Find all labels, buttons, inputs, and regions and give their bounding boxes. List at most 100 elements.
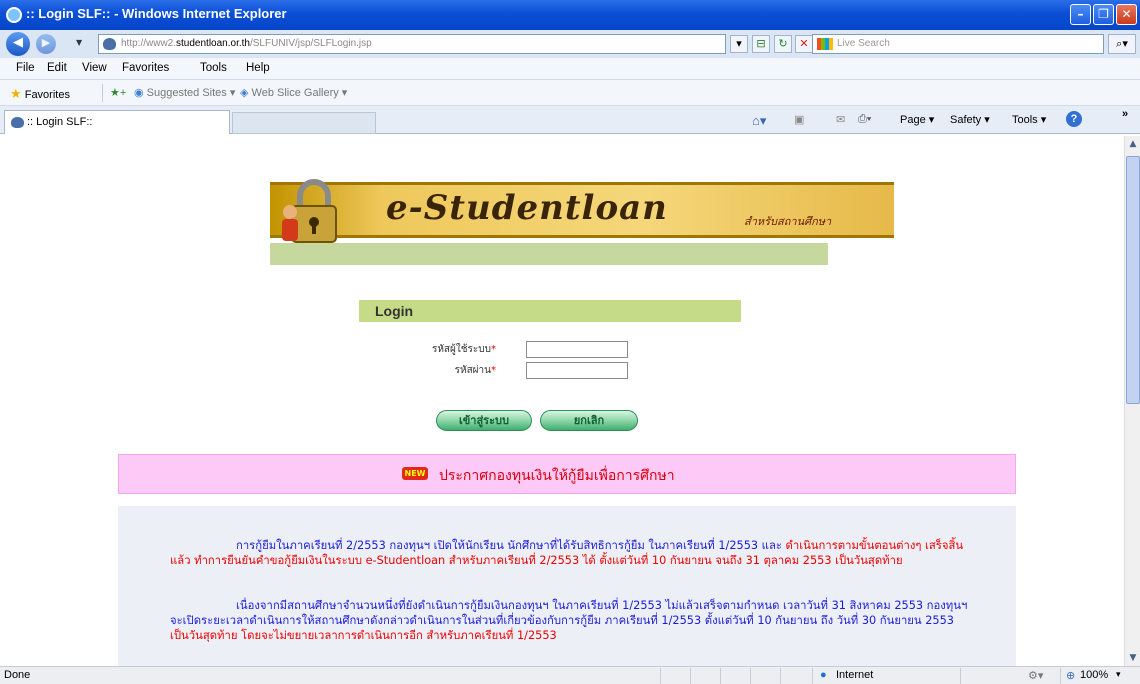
history-dropdown-icon[interactable]: ▼ [76,38,82,47]
stop-icon[interactable]: ✕ [795,35,813,53]
scrollbar-thumb[interactable] [1126,156,1140,404]
favorites-label: Favorites [24,89,70,101]
print-icon[interactable]: ⎙▾ [858,113,871,126]
ie-page-icon: ◉ [134,87,144,99]
tab-login-slf[interactable]: :: Login SLF:: [4,110,230,134]
live-search-icon [817,38,833,50]
announcement-banner: NEW ประกาศกองทุนเงินให้กู้ยืมเพื่อการศึก… [118,454,1016,494]
status-divider [690,668,691,684]
tab-favicon-icon [11,117,24,128]
forward-button[interactable]: ▶ [36,34,56,54]
password-label-text: รหัสผ่าน [454,365,491,376]
window-title: :: Login SLF:: - Windows Internet Explor… [26,6,287,21]
menu-bar: File Edit View Favorites Tools Help [0,58,1140,80]
window-title-bar: :: Login SLF:: - Windows Internet Explor… [0,0,1140,30]
status-text: Done [4,669,31,681]
required-mark: * [491,344,496,355]
scroll-up-icon[interactable]: ▲ [1125,136,1140,152]
status-divider [660,668,661,684]
favorites-bar: ★ Favorites ★+ ◉ Suggested Sites ▾ ◈ Web… [0,80,1140,106]
required-mark: * [491,365,496,376]
tools-menu[interactable]: Tools ▾ [1012,113,1046,126]
ie-logo-icon [6,7,22,23]
url-path: /SLFUNIV/jsp/SLFLogin.jsp [249,38,372,49]
menu-help[interactable]: Help [246,62,270,74]
close-button[interactable]: ✕ [1116,4,1137,25]
menu-tools[interactable]: Tools [200,62,227,74]
add-favorite-icon[interactable]: ★+ [110,86,126,99]
home-icon[interactable]: ⌂▾ [752,113,766,129]
help-icon[interactable]: ? [1066,111,1082,127]
username-label-text: รหัสผู้ใช้ระบบ [431,344,491,355]
status-divider [1060,668,1061,684]
back-button[interactable]: ◀ [6,32,30,56]
menu-favorites[interactable]: Favorites [122,62,169,74]
username-label: รหัสผู้ใช้ระบบ* [376,342,496,357]
search-input[interactable]: Live Search [812,34,1104,54]
banner-green-strip [270,243,828,265]
address-bar[interactable]: http://www2.studentloan.or.th/SLFUNIV/js… [98,34,726,54]
padlock-logo-icon [282,179,337,243]
news-2-blue: เนื่องจากมีสถานศึกษาจำนวนหนึ่งที่ยังดำเน… [170,599,968,627]
search-placeholder: Live Search [837,38,890,49]
safety-menu[interactable]: Safety ▾ [950,113,990,126]
ie-page-icon: ◈ [240,87,249,99]
status-divider [812,668,813,684]
zoom-icon[interactable]: ⊕ [1066,669,1075,682]
login-button[interactable]: เข้าสู่ระบบ [436,410,532,431]
favorites-divider [102,84,103,102]
announcement-title: ประกาศกองทุนเงินให้กู้ยืมเพื่อการศึกษา [439,468,675,484]
refresh-icon[interactable]: ↻ [774,35,792,53]
status-divider [960,668,961,684]
news-box: การกู้ยืมในภาคเรียนที่ 2/2553 กองทุนฯ เป… [118,506,1016,666]
zoom-level[interactable]: 100% [1080,669,1108,681]
menu-edit[interactable]: Edit [47,62,67,74]
vertical-scrollbar[interactable]: ▲ ▼ [1124,136,1140,666]
compatibility-view-icon[interactable]: ⊟ [752,35,770,53]
login-header: Login [359,300,741,322]
new-tab-button[interactable] [232,112,376,134]
address-dropdown-icon[interactable]: ▾ [730,35,748,53]
status-bar: Done ● Internet ⚙▾ ⊕ 100% ▾ [0,666,1140,684]
protected-mode-icon[interactable]: ⚙▾ [1028,669,1043,682]
maximize-button[interactable]: ❐ [1093,4,1114,25]
address-toolbar: ◀ ▶ ▼ http://www2.studentloan.or.th/SLFU… [0,30,1140,58]
favorites-star-icon: ★ [10,86,22,101]
web-slice-gallery-link[interactable]: ◈ Web Slice Gallery ▾ [240,86,347,99]
zone-label: Internet [836,669,874,681]
minimize-button[interactable]: – [1070,4,1091,25]
status-divider [720,668,721,684]
username-input[interactable] [526,341,628,358]
news-1-blue: การกู้ยืมในภาคเรียนที่ 2/2553 กองทุนฯ เป… [236,539,782,552]
favorites-button[interactable]: ★ Favorites [10,86,70,102]
menu-view[interactable]: View [82,62,107,74]
search-go-icon[interactable]: ⌕▾ [1108,34,1136,54]
news-paragraph-1: การกู้ยืมในภาคเรียนที่ 2/2553 กองทุนฯ เป… [170,538,970,568]
password-input[interactable] [526,362,628,379]
feeds-icon[interactable]: ▣ [794,113,804,126]
status-divider [750,668,751,684]
brand-title: e-Studentloan [386,188,668,228]
cancel-button[interactable]: ยกเลิก [540,410,638,431]
news-2-red: เป็นวันสุดท้าย โดยจะไม่ขยายเวลาการดำเนิน… [170,629,557,642]
tab-row: :: Login SLF:: ⌂▾ ▣ ✉ ⎙▾ Page ▾ Safety ▾… [0,106,1140,134]
page-content: e-Studentloan สำหรับสถานศึกษา Login รหัส… [4,136,1124,666]
tab-title: :: Login SLF:: [27,116,93,128]
internet-zone-icon: ● [820,669,827,681]
chevron-more-icon[interactable]: » [1122,108,1128,120]
web-slice-gallery-label: Web Slice Gallery ▾ [251,87,348,99]
suggested-sites-link[interactable]: ◉ Suggested Sites ▾ [134,86,235,99]
password-label: รหัสผ่าน* [376,363,496,378]
read-mail-icon[interactable]: ✉ [836,113,845,126]
zoom-dropdown-icon[interactable]: ▾ [1116,669,1121,680]
url-prefix: http://www2. [121,38,177,49]
new-badge-icon: NEW [402,467,428,480]
news-paragraph-2: เนื่องจากมีสถานศึกษาจำนวนหนึ่งที่ยังดำเน… [170,598,970,643]
status-divider [780,668,781,684]
page-menu[interactable]: Page ▾ [900,113,934,126]
suggested-sites-label: Suggested Sites ▾ [146,87,236,99]
brand-subtitle: สำหรับสถานศึกษา [744,215,832,228]
site-favicon-icon [103,38,116,50]
scroll-down-icon[interactable]: ▼ [1125,650,1140,666]
menu-file[interactable]: File [16,62,35,74]
